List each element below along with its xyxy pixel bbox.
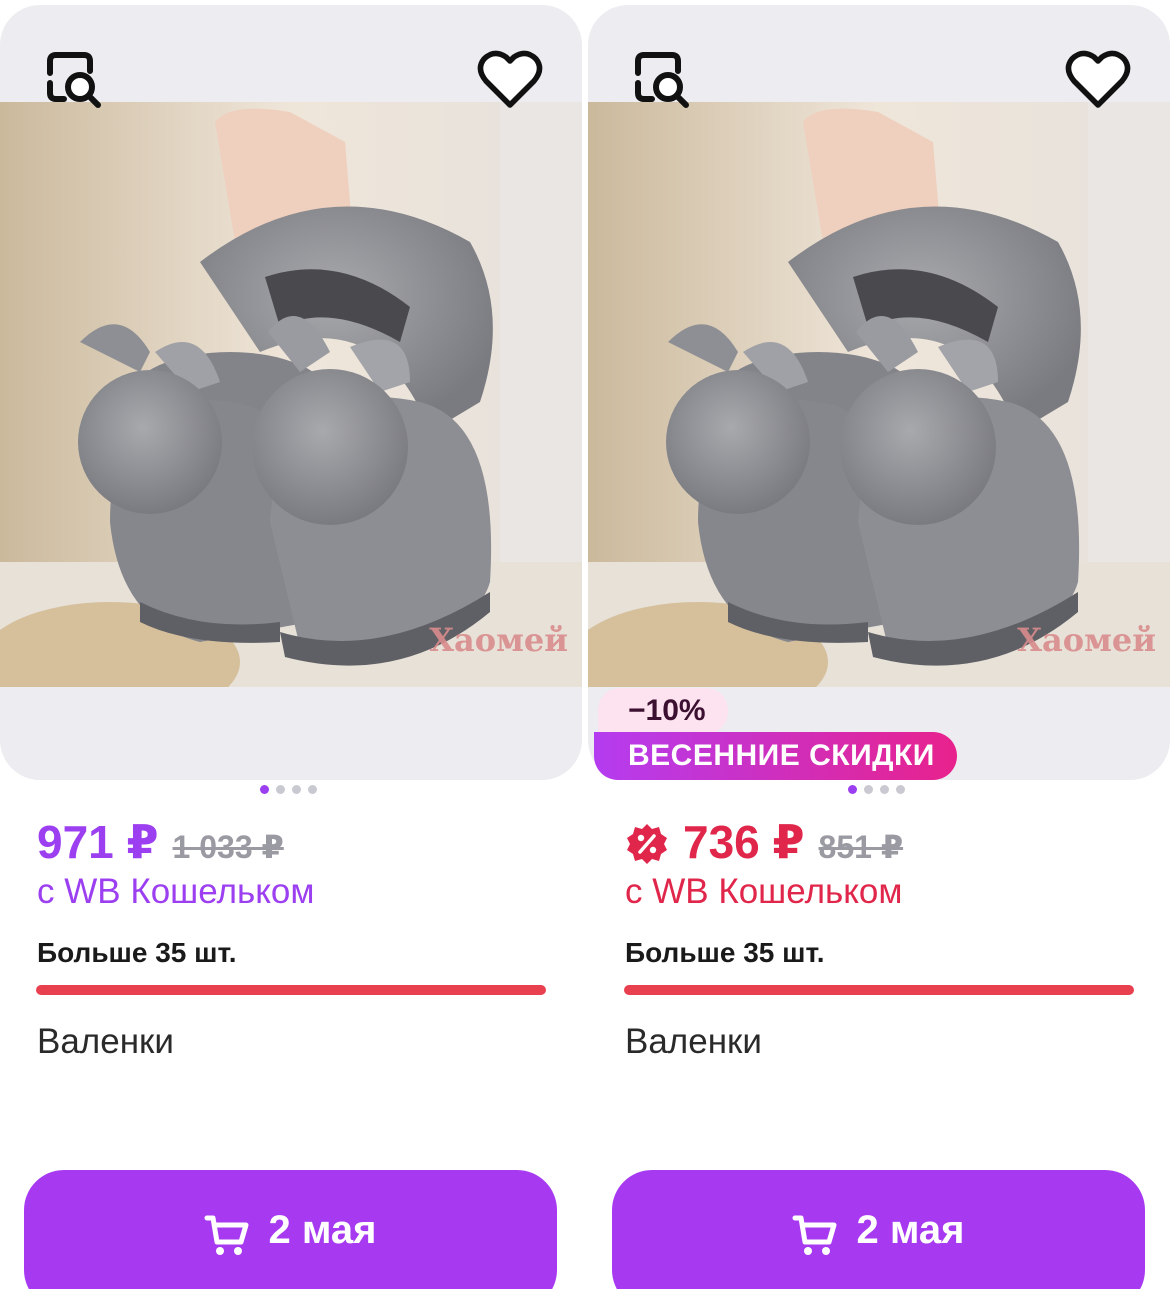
stock-bar: [624, 985, 1134, 995]
pagination-dot: [292, 785, 301, 794]
current-price: 736 ₽: [683, 816, 805, 868]
product-card[interactable]: Хаомей −10% ВЕСЕННИЕ СКИДКИ 736 ₽ 851 ₽ …: [588, 0, 1170, 1289]
pagination-dot: [308, 785, 317, 794]
stock-label: Больше 35 шт.: [625, 937, 825, 968]
pagination-dot: [260, 785, 269, 794]
pagination-dot: [276, 785, 285, 794]
delivery-date: 2 мая: [268, 1208, 377, 1252]
gallery-pagination: [848, 785, 905, 797]
stock-bar: [36, 985, 546, 995]
product-name[interactable]: Валенки: [37, 1022, 174, 1062]
add-to-cart-button[interactable]: 2 мая: [24, 1170, 557, 1289]
product-photo[interactable]: Хаомей: [0, 102, 582, 687]
product-photo[interactable]: Хаомей: [588, 102, 1170, 687]
percent-badge-icon: [627, 824, 667, 864]
product-grid: Хаомей 971 ₽ 1 033 ₽ с WB Кошельком Боль…: [0, 0, 1170, 1289]
current-price: 971 ₽: [37, 816, 159, 868]
wallet-price-note: с WB Кошельком: [625, 872, 903, 911]
promo-badge: ВЕСЕННИЕ СКИДКИ: [594, 732, 957, 780]
heart-icon: [477, 50, 543, 108]
pagination-dot: [880, 785, 889, 794]
favorite-button[interactable]: [1062, 43, 1134, 115]
delivery-date: 2 мая: [856, 1208, 965, 1252]
product-card[interactable]: Хаомей 971 ₽ 1 033 ₽ с WB Кошельком Боль…: [0, 0, 582, 1289]
image-watermark: Хаомей: [1017, 621, 1156, 659]
cart-icon: [204, 1215, 249, 1255]
heart-icon: [1065, 50, 1131, 108]
wallet-price-note: с WB Кошельком: [37, 872, 315, 911]
similar-search-button[interactable]: [36, 43, 108, 115]
gallery-pagination: [260, 785, 317, 797]
product-gallery[interactable]: Хаомей: [0, 5, 582, 780]
price-row: 971 ₽ 1 033 ₽: [37, 815, 284, 869]
slippers-image: [0, 102, 582, 687]
stock-label: Больше 35 шт.: [37, 937, 237, 968]
discount-badge: −10%: [598, 688, 728, 734]
price-row: 736 ₽ 851 ₽: [625, 815, 903, 869]
pagination-dot: [896, 785, 905, 794]
search-image-icon: [47, 52, 101, 108]
old-price: 851 ₽: [818, 829, 904, 865]
old-price: 1 033 ₽: [172, 829, 284, 865]
search-image-icon: [635, 52, 689, 108]
favorite-button[interactable]: [474, 43, 546, 115]
pagination-dot: [848, 785, 857, 794]
product-gallery[interactable]: Хаомей: [588, 5, 1170, 780]
similar-search-button[interactable]: [624, 43, 696, 115]
cart-icon: [792, 1215, 837, 1255]
image-watermark: Хаомей: [429, 621, 568, 659]
add-to-cart-button[interactable]: 2 мая: [612, 1170, 1145, 1289]
pagination-dot: [864, 785, 873, 794]
slippers-image: [588, 102, 1170, 687]
product-name[interactable]: Валенки: [625, 1022, 762, 1062]
